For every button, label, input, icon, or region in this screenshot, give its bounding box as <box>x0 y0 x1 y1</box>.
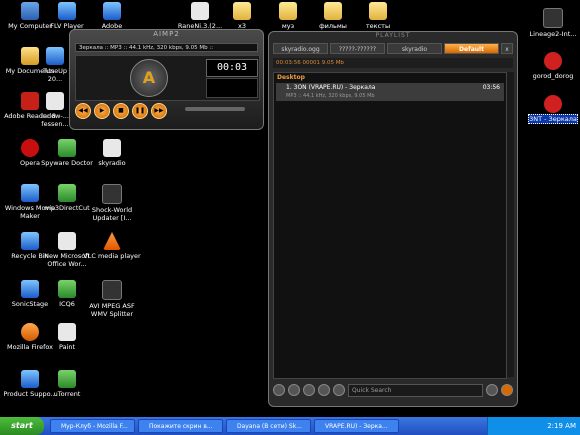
playlist-tabs: skyradio.ogg ?????-?????? skyradio Defau… <box>273 43 513 54</box>
folder-icon <box>324 2 342 20</box>
stop-button[interactable]: ■ <box>113 103 129 119</box>
desktop-icon-tuneup[interactable]: TuneUp 20... <box>37 47 73 83</box>
adobe-reader-icon <box>21 92 39 110</box>
mp3-icon <box>544 95 562 113</box>
desktop-icon-paint[interactable]: Paint <box>37 323 97 351</box>
track-title: 1. 3ON (VRAPE.RU) - Зеркала <box>286 84 376 91</box>
window-icon <box>46 92 64 110</box>
menu-icon[interactable] <box>333 384 345 396</box>
playlist-bottom-bar: Quick Search <box>273 382 513 398</box>
play-button[interactable]: ▶ <box>94 103 110 119</box>
next-button[interactable]: ▶▶ <box>151 103 167 119</box>
desktop-icon-folder-texts[interactable]: тексты <box>348 2 408 30</box>
playlist-title: PLAYLIST <box>375 32 411 39</box>
radio-icon <box>103 139 121 157</box>
aimp-controls: ◀◀ ▶ ■ ❚❚ ▶▶ <box>75 103 167 121</box>
start-button[interactable]: start <box>0 417 44 435</box>
flv-player-icon <box>58 2 76 20</box>
track-duration: 03:56 <box>482 84 500 91</box>
clock: 2:19 AM <box>547 422 576 430</box>
aimp-volume-slider[interactable] <box>185 107 245 111</box>
tab-skyradio-ogg[interactable]: skyradio.ogg <box>273 43 328 54</box>
aimp-player-window[interactable]: AIMP2 Зеркала :: MP3 :: 44.1 kHz, 320 kb… <box>69 29 264 130</box>
game-icon <box>543 8 563 28</box>
file-icon <box>191 2 209 20</box>
taskbar-item-skype[interactable]: Dayana (В сети) Sk... <box>226 419 311 433</box>
aimp-title: AIMP2 <box>153 30 180 38</box>
playlist-info: 00:03:56 00001 9.05 Mb <box>273 58 513 68</box>
desktop-icon-splitter[interactable]: AVI MPEG ASF WMV Splitter <box>82 280 142 318</box>
taskbar: start Мур-Клуб - Mozilla F... Покажите с… <box>0 417 580 435</box>
aimp-track-info: Зеркала :: MP3 :: 44.1 kHz, 320 kbps, 9.… <box>75 43 258 52</box>
playlist-scrollbar[interactable] <box>507 72 514 377</box>
tuneup-icon <box>46 47 64 65</box>
list-icon[interactable] <box>318 384 330 396</box>
word-doc-icon <box>58 232 76 250</box>
prev-button[interactable]: ◀◀ <box>75 103 91 119</box>
list-item[interactable]: 1. 3ON (VRAPE.RU) - Зеркала MP3 :: 44.1 … <box>276 83 504 101</box>
updater-icon <box>102 184 122 204</box>
desktop-icon-lineage[interactable]: Lineage2-Int... <box>523 8 580 38</box>
play-icon[interactable] <box>501 384 513 396</box>
aimp-spectrum <box>206 78 258 98</box>
folder-icon <box>369 2 387 20</box>
splitter-icon <box>102 280 122 300</box>
mp3directcut-icon <box>58 184 76 202</box>
taskbar-item-firefox[interactable]: Мур-Клуб - Mozilla F... <box>50 419 135 433</box>
system-tray: 2:19 AM <box>487 417 580 435</box>
playlist-window[interactable]: PLAYLIST skyradio.ogg ?????-?????? skyra… <box>268 31 518 407</box>
search-icon[interactable] <box>486 384 498 396</box>
sort-icon[interactable] <box>303 384 315 396</box>
folder-icon <box>279 2 297 20</box>
adobe-icon <box>103 2 121 20</box>
desktop-icon-skyradio[interactable]: skyradio <box>82 139 142 167</box>
playlist-list[interactable]: Desktop 1. 3ON (VRAPE.RU) - Зеркала MP3 … <box>273 72 507 379</box>
desktop-icon-utorrent[interactable]: uTorrent <box>37 370 97 398</box>
add-icon[interactable] <box>273 384 285 396</box>
desktop-icon-adobe[interactable]: Adobe <box>82 2 142 30</box>
mp3-icon <box>544 52 562 70</box>
quick-search-input[interactable]: Quick Search <box>348 383 483 397</box>
icq-icon <box>58 280 76 298</box>
spyware-doctor-icon <box>58 139 76 157</box>
tab-unknown[interactable]: ?????-?????? <box>330 43 385 54</box>
paint-icon <box>58 323 76 341</box>
desktop-icon-gorod-dorog[interactable]: gorod_dorog <box>523 52 580 80</box>
desktop-icon-vlc[interactable]: VLC media player <box>82 232 142 260</box>
folder-icon <box>233 2 251 20</box>
pause-button[interactable]: ❚❚ <box>132 103 148 119</box>
taskbar-item-chat[interactable]: Покажите скрин в... <box>138 419 223 433</box>
aimp-logo: A <box>130 59 168 97</box>
desktop-icon-3nt-zerkala[interactable]: 3NT - Зеркала <box>523 95 580 124</box>
desktop-icon-window[interactable]: indow-... fessen... <box>40 92 70 128</box>
vlc-icon <box>103 232 121 250</box>
tab-default[interactable]: Default <box>444 43 499 54</box>
aimp-time[interactable]: 00:03 <box>206 59 258 77</box>
aimp-display: A 00:03 <box>75 55 260 101</box>
playlist-group: Desktop <box>277 74 305 81</box>
utorrent-icon <box>58 370 76 388</box>
desktop-icon-shock-world[interactable]: Shock-World Updater [I... <box>82 184 142 222</box>
tab-skyradio[interactable]: skyradio <box>387 43 442 54</box>
remove-icon[interactable] <box>288 384 300 396</box>
taskbar-item-aimp[interactable]: VRAPE.RU) - Зерка... <box>314 419 399 433</box>
track-meta: MP3 :: 44.1 kHz, 320 kbps, 9.05 Mb <box>286 93 375 99</box>
close-icon[interactable]: x <box>501 43 513 54</box>
